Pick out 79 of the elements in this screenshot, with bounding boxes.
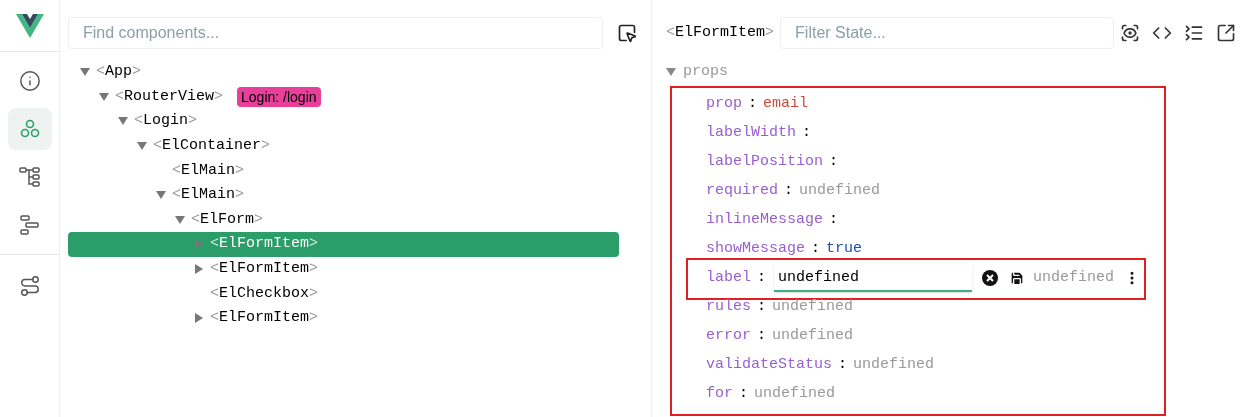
component-title: <ElFormItem>: [666, 22, 775, 43]
save-icon[interactable]: [1009, 270, 1026, 286]
component-name: <ElCheckbox>: [210, 283, 319, 304]
tree-row[interactable]: <ElFormItem>: [68, 305, 619, 331]
tree-row[interactable]: <ElContainer>: [68, 133, 619, 159]
component-name: <ElFormItem>: [210, 308, 319, 329]
component-name: <RouterView>: [115, 86, 224, 107]
colon: :: [748, 93, 758, 114]
route-badge: Login: /login: [237, 86, 321, 107]
prop-value: undefined: [799, 180, 881, 201]
prop-key: labelPosition: [706, 150, 824, 174]
prop-preview: undefined: [1033, 267, 1115, 288]
collapse-icon[interactable]: [1184, 23, 1205, 43]
expanded-arrow-icon[interactable]: [156, 191, 166, 200]
colon: :: [757, 267, 767, 288]
prop-key: labelWidth: [706, 121, 796, 145]
prop-value: true: [826, 238, 863, 259]
component-name: <App>: [96, 62, 142, 83]
prop-value: undefined: [772, 296, 854, 317]
clear-icon[interactable]: [982, 270, 999, 286]
collapsed-arrow-icon[interactable]: [195, 313, 203, 324]
colon: :: [838, 354, 848, 375]
expanded-arrow-icon[interactable]: [666, 68, 676, 77]
expanded-arrow-icon[interactable]: [99, 92, 109, 101]
component-name: <ElContainer>: [153, 136, 271, 157]
tree-row[interactable]: <ElMain>: [68, 182, 619, 208]
colon: :: [739, 383, 749, 404]
logo-icon: [15, 13, 44, 38]
expanded-arrow-icon[interactable]: [118, 117, 128, 126]
prop-key: error: [706, 324, 751, 348]
circles-icon: [18, 118, 41, 140]
prop-value: undefined: [853, 354, 935, 375]
inspect-icon[interactable]: [1120, 23, 1141, 43]
component-name: <ElFormItem>: [210, 234, 319, 255]
prop-key: showMessage: [706, 237, 806, 261]
colon: :: [802, 122, 812, 143]
prop-value: undefined: [754, 383, 836, 404]
filter-field[interactable]: Filter State...: [780, 17, 1115, 49]
prop-key: for: [706, 382, 733, 406]
tree-row[interactable]: <ElForm>: [68, 207, 619, 233]
tree-row[interactable]: <App>: [68, 60, 619, 85]
tree-row[interactable]: <ElMain>: [68, 158, 619, 183]
tree-row[interactable]: <RouterView> Login: /login: [68, 84, 619, 110]
select-element-icon[interactable]: [617, 23, 637, 43]
prop-key: rules: [706, 295, 751, 319]
expanded-arrow-icon[interactable]: [137, 142, 147, 151]
value-input[interactable]: undefined: [774, 264, 973, 292]
tree-row[interactable]: <ElCheckbox>: [68, 281, 619, 306]
prop-key: required: [706, 179, 778, 203]
search-field[interactable]: Find components...: [68, 17, 603, 49]
component-name: <ElForm>: [191, 209, 264, 230]
prop-key: prop: [706, 92, 742, 116]
prop-value: undefined: [772, 325, 854, 346]
colon: :: [784, 180, 794, 201]
prop-key: validateStatus: [706, 353, 833, 377]
prop-key: inlineMessage: [706, 208, 824, 232]
colon: :: [811, 238, 821, 259]
component-name: <ElMain>: [172, 185, 245, 206]
expanded-arrow-icon[interactable]: [175, 215, 185, 224]
colon: :: [757, 325, 767, 346]
colon: :: [757, 296, 767, 317]
colon: :: [829, 209, 839, 230]
timeline-icon: [18, 214, 41, 236]
component-name: <ElMain>: [172, 160, 245, 181]
tree-icon: [18, 166, 41, 188]
prop-key: label: [706, 266, 751, 290]
sidebar-tab[interactable]: [7, 108, 52, 150]
open-external-icon[interactable]: [1216, 23, 1237, 43]
component-name: <ElFormItem>: [210, 259, 319, 280]
colon: :: [829, 151, 839, 172]
tree-row[interactable]: <ElFormItem>: [68, 256, 619, 282]
collapsed-arrow-icon[interactable]: [195, 264, 203, 275]
info-icon: [18, 70, 41, 92]
route-icon: [18, 275, 41, 297]
section-title: props: [683, 62, 728, 82]
prop-value: email: [763, 93, 809, 114]
component-name: <Login>: [134, 111, 198, 132]
expanded-arrow-icon[interactable]: [80, 68, 90, 77]
tree-row[interactable]: <Login>: [68, 109, 619, 134]
